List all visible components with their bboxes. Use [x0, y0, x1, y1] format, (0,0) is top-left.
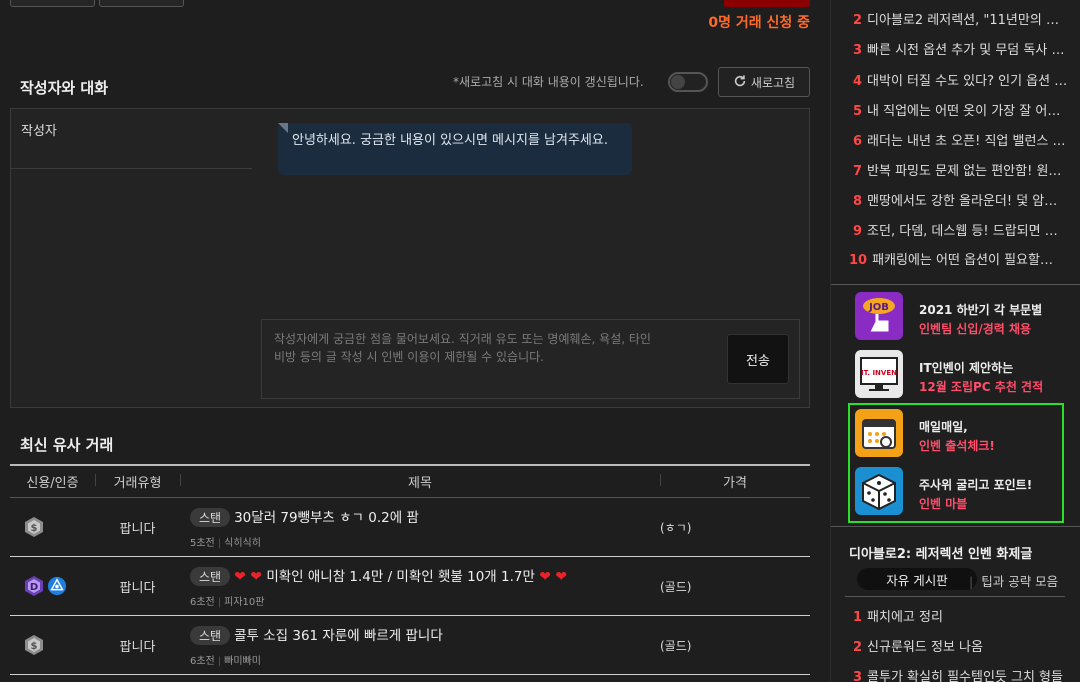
top-button-1[interactable] — [10, 0, 95, 7]
main-content: 0명 거래 신청 중 작성자와 대화 *새로고침 시 대화 내용이 갱신됩니다.… — [0, 0, 820, 682]
svg-text:$: $ — [31, 523, 38, 534]
board-divider — [845, 596, 1065, 597]
ranking-item[interactable]: 6 래더는 내년 초 오픈! 직업 밸런스 조정 — [853, 130, 1068, 150]
author-label: 작성자 — [21, 124, 57, 139]
greeting-bubble: 안녕하세요. 궁금한 내용이 있으시면 메시지를 남겨주세요. — [278, 123, 632, 175]
seller-name[interactable]: 피자10판 — [224, 597, 264, 608]
sidebar-divider — [831, 284, 1080, 285]
svg-text:D: D — [30, 582, 38, 593]
promo-itinven[interactable]: IT. INVEN IT인벤이 제안하는 12월 조립PC 추천 견적 — [855, 350, 1065, 400]
ranking-item[interactable]: 10패캐링에는 어떤 옵션이 필요할까? 정리 — [849, 249, 1064, 269]
title-cell: 스탠 30달러 79뺑부츠 ㅎㄱ 0.2에 팜 5초전 | 식히식히 — [190, 507, 419, 549]
seller-name[interactable]: 빠미빠미 — [224, 656, 261, 667]
promo-line1: IT인벤이 제안하는 — [919, 361, 1014, 375]
svg-text:IT. INVEN: IT. INVEN — [861, 369, 897, 377]
silver-badge-icon: $ — [24, 516, 44, 538]
col-credit: 신용/인증 — [26, 476, 79, 491]
trade-type: 팝니다 — [119, 521, 156, 537]
refresh-button[interactable]: 새로고침 — [718, 67, 810, 97]
monitor-icon: IT. INVEN — [855, 350, 903, 398]
table-row[interactable]: $ 팝니다 스탠 콜투 소집 361 자룬에 빠르게 팝니다 6초전 | 빠미빠미 (… — [10, 616, 810, 675]
promo-attendance[interactable]: 매일매일, 인벤 출석체크! — [855, 409, 1065, 459]
ranking-item[interactable]: 8 맨땅에서도 강한 올라운더! 덫 암살자 — [853, 190, 1068, 210]
verified-badge-icon — [47, 575, 67, 597]
promo-marble[interactable]: 주사위 굴리고 포인트! 인벤 마블 — [855, 467, 1065, 517]
send-button[interactable]: 전송 — [727, 334, 789, 384]
calendar-icon — [855, 409, 903, 457]
ranking-item[interactable]: 5내 직업에는 어떤 옷이 가장 잘 어울릴까 — [853, 100, 1068, 120]
post-time: 5초전 — [190, 537, 215, 549]
refresh-note: *새로고침 시 대화 내용이 갱신됩니다. — [453, 75, 644, 89]
silver-badge-icon: $ — [24, 634, 44, 656]
ranking-item[interactable]: 9조던, 다뎀, 데스웹 등! 드랍되면 아주 좋은 — [853, 220, 1068, 240]
refresh-label: 새로고침 — [750, 75, 796, 90]
col-price: 가격 — [660, 472, 810, 491]
heart-icon: ❤ ❤ — [234, 568, 263, 585]
message-input[interactable] — [274, 330, 654, 390]
heart-icon: ❤ ❤ — [539, 568, 568, 585]
credit-cell: D — [10, 575, 95, 597]
ranking-item[interactable]: 2디아블로2 레저렉션, "11년만의 밸런스 패치" — [853, 9, 1068, 29]
price-cell: (ㅎㄱ) — [660, 520, 692, 535]
promo-job[interactable]: JOB 2021 하반기 각 부문별 인벤팀 신입/경력 채용 — [855, 292, 1065, 342]
table-row[interactable]: D 팝니다 스탠 ❤ ❤ 미확인 애니참 1.4만 / 미확인 횃불 10개 1.… — [10, 557, 810, 616]
sidebar-divider — [831, 526, 1080, 527]
trade-title[interactable]: 콜투 소집 361 자룬에 빠르게 팝니다 — [234, 628, 443, 644]
trade-title[interactable]: 미확인 애니참 1.4만 / 미확인 횃불 10개 1.7만 — [266, 569, 535, 585]
trade-type: 팝니다 — [119, 580, 156, 596]
toggle-knob — [671, 75, 685, 89]
server-tag: 스탠 — [190, 625, 231, 645]
diamond-badge-icon: D — [24, 575, 44, 597]
ranking-item[interactable]: 3 빠른 시전 옵션 추가 및 무덤 독사 정보 — [853, 39, 1068, 59]
similar-trades-title: 최신 유사 거래 — [20, 436, 114, 454]
tab-tips[interactable]: | 팁과 공략 모음 — [969, 571, 1058, 590]
promo-line1: 주사위 굴리고 포인트! — [919, 478, 1033, 492]
author-column: 작성자 — [11, 109, 252, 169]
promo-line2: 인벤팀 신입/경력 채용 — [919, 322, 1032, 336]
right-sidebar: 2디아블로2 레저렉션, "11년만의 밸런스 패치" 3빠른 시전 옵션 추가… — [830, 0, 1080, 682]
chat-box: 작성자 안녕하세요. 궁금한 내용이 있으시면 메시지를 남겨주세요. 전송 — [10, 108, 810, 408]
promo-line1: 2021 하반기 각 부문별 — [919, 303, 1043, 317]
credit-cell: $ — [10, 634, 95, 656]
promo-line2: 인벤 출석체크! — [919, 439, 995, 453]
svg-text:$: $ — [31, 641, 38, 652]
auto-refresh-toggle[interactable] — [668, 72, 708, 92]
col-title: 제목 — [180, 472, 660, 491]
title-cell: 스탠 콜투 소집 361 자룬에 빠르게 팝니다 6초전 | 빠미빠미 — [190, 625, 443, 667]
message-input-area: 전송 — [261, 319, 800, 399]
col-type: 거래유형 — [95, 472, 180, 491]
promo-line1: 매일매일, — [919, 420, 968, 434]
svg-text:JOB: JOB — [868, 302, 889, 313]
table-row[interactable]: $ 팝니다 스탠 30달러 79뺑부츠 ㅎㄱ 0.2에 팜 5초전 | 식히식히 (ㅎ… — [10, 498, 810, 557]
table-header: 신용/인증 거래유형 제목 가격 — [10, 464, 810, 498]
promo-line2: 12월 조립PC 추천 견적 — [919, 380, 1044, 394]
ranking-item[interactable]: 4 대박이 터질 수도 있다? 인기 옵션 정리 — [853, 70, 1068, 90]
credit-cell: $ — [10, 516, 95, 538]
price-cell: (골드) — [660, 638, 692, 653]
tab-free-board[interactable]: 자유 게시판 — [857, 568, 977, 590]
chat-section-title: 작성자와 대화 — [20, 79, 109, 97]
board-title: 디아블로2: 레저렉션 인벤 화제글 — [849, 547, 1033, 562]
trade-request-count: 0명 거래 신청 중 — [708, 15, 810, 31]
ranking-item[interactable]: 7 반복 파밍도 문제 없는 편안함! 원클릭 — [853, 160, 1068, 180]
refresh-icon — [733, 74, 747, 91]
title-cell: 스탠 ❤ ❤ 미확인 애니참 1.4만 / 미확인 횃불 10개 1.7만 ❤ ❤… — [190, 566, 568, 608]
post-time: 6초전 — [190, 655, 215, 667]
job-icon: JOB — [855, 292, 903, 340]
board-item[interactable]: 2 신규룬워드 정보 나옴 — [853, 636, 1068, 655]
trade-title[interactable]: 30달러 79뺑부츠 ㅎㄱ 0.2에 팜 — [234, 510, 419, 526]
server-tag: 스탠 — [190, 566, 231, 586]
similar-trades-table: 신용/인증 거래유형 제목 가격 $ 팝니다 스탠 30달러 79뺑부츠 ㅎㄱ 0… — [10, 464, 810, 675]
seller-name[interactable]: 식히식히 — [224, 538, 261, 549]
server-tag: 스탠 — [190, 507, 231, 527]
board-item[interactable]: 3 콜투가 확실히 필수템인듯 그치 형들 — [853, 666, 1068, 682]
trade-type: 팝니다 — [119, 639, 156, 655]
top-button-2[interactable] — [99, 0, 184, 7]
board-item[interactable]: 1 패치에고 정리 — [853, 606, 1068, 625]
post-time: 6초전 — [190, 596, 215, 608]
price-cell: (골드) — [660, 579, 692, 594]
promo-line2: 인벤 마블 — [919, 497, 968, 511]
trade-request-button[interactable] — [724, 0, 810, 7]
dice-icon — [855, 467, 903, 515]
